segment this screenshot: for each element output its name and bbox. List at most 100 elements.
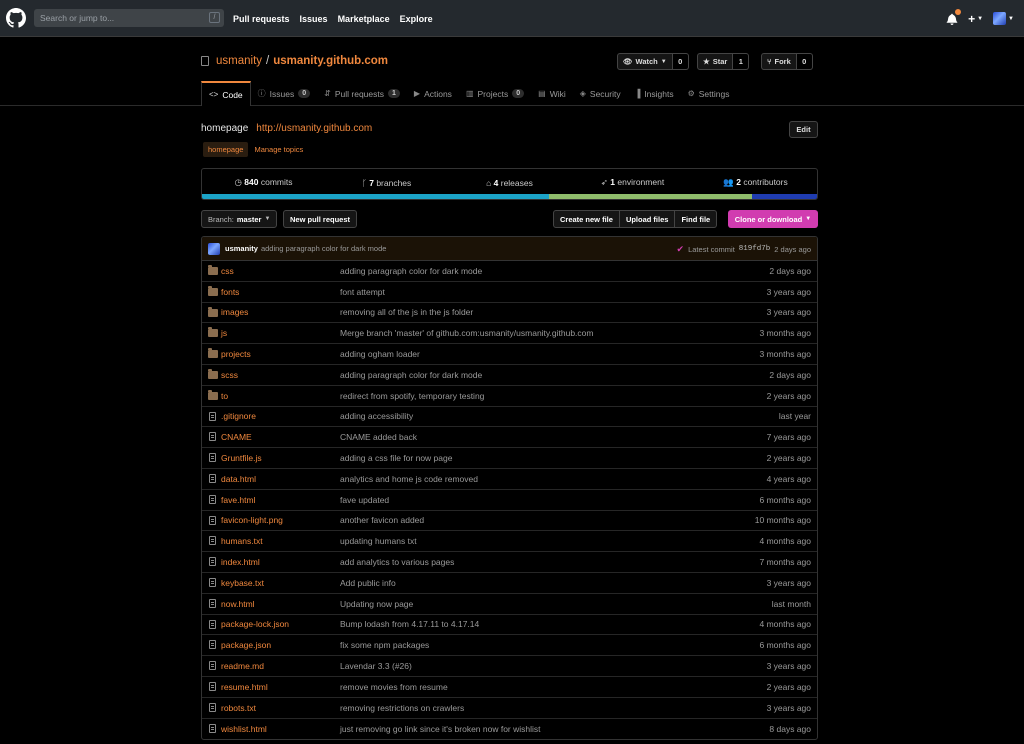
commit-message-link[interactable]: removing restrictions on crawlers xyxy=(340,703,464,713)
file-name-link[interactable]: Gruntfile.js xyxy=(221,453,262,463)
find-file-button[interactable]: Find file xyxy=(675,210,718,228)
repo-owner-link[interactable]: usmanity xyxy=(216,55,262,67)
tag-icon: ⌂ xyxy=(486,177,492,188)
branches-link[interactable]: ᚴ 7 branches xyxy=(325,178,448,188)
file-name-link[interactable]: css xyxy=(221,266,234,276)
commit-message-link[interactable]: adding paragraph color for dark mode xyxy=(261,244,387,253)
file-name-link[interactable]: package-lock.json xyxy=(221,619,289,629)
file-name-link[interactable]: wishlist.html xyxy=(221,724,267,734)
file-name-link[interactable]: scss xyxy=(221,370,238,380)
commit-message-link[interactable]: adding a css file for now page xyxy=(340,453,452,463)
commit-age: 2 years ago xyxy=(766,681,811,692)
check-icon[interactable]: ✔ xyxy=(677,244,685,255)
file-name-link[interactable]: projects xyxy=(221,349,251,359)
star-count[interactable]: 1 xyxy=(733,53,750,70)
repo-name-link[interactable]: usmanity.github.com xyxy=(273,55,388,67)
new-pull-request-button[interactable]: New pull request xyxy=(283,210,358,228)
file-name-link[interactable]: resume.html xyxy=(221,682,268,692)
file-name-link[interactable]: fave.html xyxy=(221,495,256,505)
file-name-link[interactable]: readme.md xyxy=(221,661,264,671)
file-name-link[interactable]: .gitignore xyxy=(221,411,256,421)
tab-projects[interactable]: ▥ Projects 0 xyxy=(459,81,531,106)
commit-message-link[interactable]: Lavendar 3.3 (#26) xyxy=(340,661,412,671)
nav-pull-requests[interactable]: Pull requests xyxy=(233,14,290,24)
edit-description-button[interactable]: Edit xyxy=(789,121,818,138)
github-logo-icon[interactable] xyxy=(6,8,26,28)
commit-message-link[interactable]: Bump lodash from 4.17.11 to 4.17.14 xyxy=(340,619,479,629)
commit-message-link[interactable]: add analytics to various pages xyxy=(340,557,454,567)
website-link[interactable]: http://usmanity.github.com xyxy=(256,123,372,134)
file-name-link[interactable]: favicon-light.png xyxy=(221,515,283,525)
tab-insights[interactable]: ▐ Insights xyxy=(628,81,681,106)
file-name-link[interactable]: CNAME xyxy=(221,432,252,442)
notifications-bell-icon[interactable] xyxy=(946,8,962,25)
create-new-file-button[interactable]: Create new file xyxy=(553,210,620,228)
topic-tag[interactable]: homepage xyxy=(203,142,249,157)
file-name-link[interactable]: to xyxy=(221,391,228,401)
fork-count[interactable]: 0 xyxy=(796,53,813,70)
commit-sha-link[interactable]: 819fd7b xyxy=(739,245,771,253)
upload-files-button[interactable]: Upload files xyxy=(619,210,676,228)
tab-settings[interactable]: ⚙ Settings xyxy=(681,81,737,106)
commit-message-link[interactable]: redirect from spotify, temporary testing xyxy=(340,391,484,401)
tab-issues[interactable]: ⓘ Issues 0 xyxy=(251,81,317,106)
file-name-link[interactable]: now.html xyxy=(221,599,255,609)
contributors-link[interactable]: 👥 2 contributors xyxy=(694,177,817,188)
tab-pull-requests[interactable]: ⇵ Pull requests 1 xyxy=(317,81,407,106)
commit-message-link[interactable]: remove movies from resume xyxy=(340,682,448,692)
commit-author-link[interactable]: usmanity xyxy=(225,244,258,253)
repo-description: homepage http://usmanity.github.com xyxy=(201,123,372,134)
branch-select-button[interactable]: Branch: master ▼ xyxy=(201,210,278,228)
nav-explore[interactable]: Explore xyxy=(400,14,433,24)
search-input[interactable]: Search or jump to... / xyxy=(34,9,224,27)
commit-message-link[interactable]: updating humans txt xyxy=(340,536,417,546)
commit-message-link[interactable]: fix some npm packages xyxy=(340,640,429,650)
file-name-link[interactable]: js xyxy=(221,328,227,338)
commit-message-link[interactable]: Add public info xyxy=(340,578,396,588)
tab-code[interactable]: <> Code xyxy=(201,81,251,106)
file-icon xyxy=(209,577,216,587)
watch-button[interactable]: 👁 Watch ▼ xyxy=(617,53,673,70)
file-name-link[interactable]: fonts xyxy=(221,287,239,297)
commit-message-link[interactable]: Updating now page xyxy=(340,599,413,609)
file-name-link[interactable]: keybase.txt xyxy=(221,578,264,588)
file-name-link[interactable]: package.json xyxy=(221,640,271,650)
file-name-link[interactable]: index.html xyxy=(221,557,260,567)
commit-message-link[interactable]: font attempt xyxy=(340,287,385,297)
commit-message-link[interactable]: removing all of the js in the js folder xyxy=(340,307,473,317)
environment-count: 1 xyxy=(610,177,616,187)
clone-download-button[interactable]: Clone or download ▼ xyxy=(728,210,818,228)
tab-actions[interactable]: ▶ Actions xyxy=(407,81,459,106)
file-name-link[interactable]: humans.txt xyxy=(221,536,263,546)
file-name-link[interactable]: data.html xyxy=(221,474,256,484)
star-button[interactable]: ★ Star xyxy=(697,53,734,70)
fork-button[interactable]: ⑂ Fork xyxy=(761,53,797,70)
language-bar[interactable] xyxy=(202,194,817,199)
commits-link[interactable]: ◷ 840 commits xyxy=(202,177,325,188)
avatar[interactable] xyxy=(208,242,220,255)
commit-message-link[interactable]: just removing go link since it's broken … xyxy=(340,724,541,734)
commit-message-link[interactable]: another favicon added xyxy=(340,515,424,525)
commit-message-link[interactable]: adding ogham loader xyxy=(340,349,420,359)
repo-title: usmanity / usmanity.github.com xyxy=(201,55,388,67)
create-new-dropdown[interactable]: + ▼ xyxy=(968,12,983,26)
commit-message-link[interactable]: adding paragraph color for dark mode xyxy=(340,266,482,276)
tab-security[interactable]: ◈ Security xyxy=(573,81,628,106)
commit-message-link[interactable]: CNAME added back xyxy=(340,432,417,442)
tab-wiki[interactable]: ▤ Wiki xyxy=(531,81,573,106)
file-icon xyxy=(209,640,216,650)
manage-topics-link[interactable]: Manage topics xyxy=(254,145,303,154)
commit-message-link[interactable]: Merge branch 'master' of github.com:usma… xyxy=(340,328,593,338)
nav-marketplace[interactable]: Marketplace xyxy=(338,14,390,24)
file-name-link[interactable]: images xyxy=(221,307,248,317)
releases-link[interactable]: ⌂ 4 releases xyxy=(448,178,571,188)
file-name-link[interactable]: robots.txt xyxy=(221,703,256,713)
commit-message-link[interactable]: analytics and home js code removed xyxy=(340,474,478,484)
nav-issues[interactable]: Issues xyxy=(300,14,328,24)
commit-message-link[interactable]: fave updated xyxy=(340,495,389,505)
watch-count[interactable]: 0 xyxy=(672,53,689,70)
commit-message-link[interactable]: adding paragraph color for dark mode xyxy=(340,370,482,380)
environment-link[interactable]: ➶ 1 environment xyxy=(571,177,694,188)
user-menu-dropdown[interactable]: ▼ xyxy=(993,12,1014,25)
commit-message-link[interactable]: adding accessibility xyxy=(340,411,413,421)
